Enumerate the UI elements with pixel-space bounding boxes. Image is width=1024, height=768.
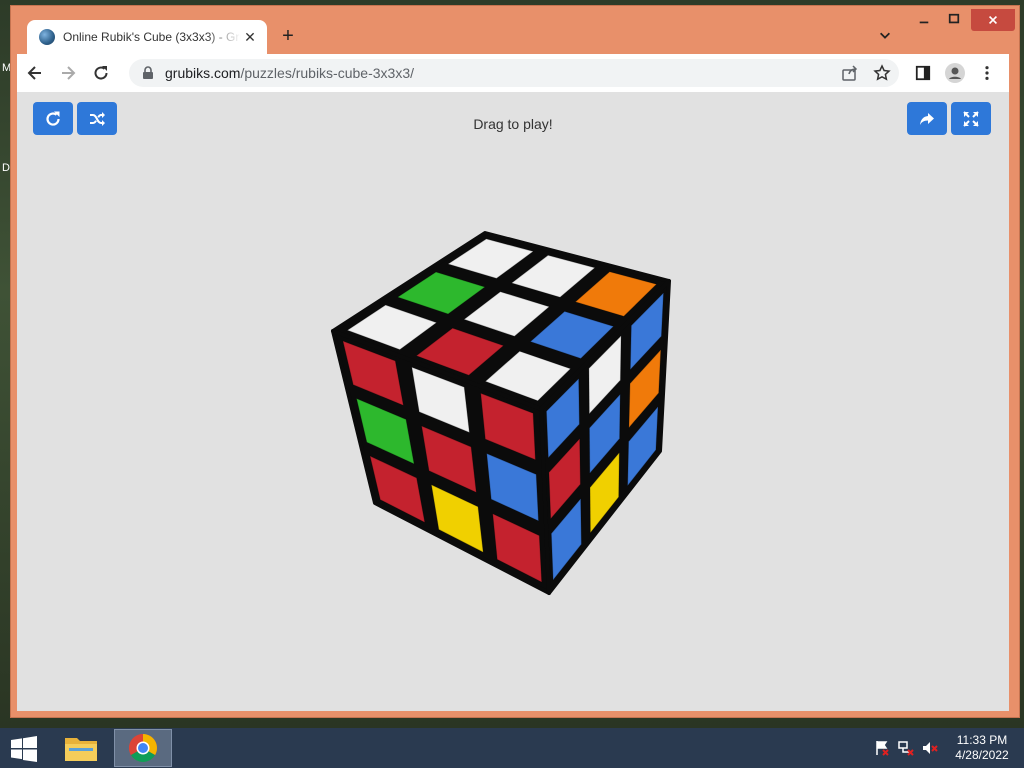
minimize-button[interactable] — [909, 12, 939, 30]
network-icon[interactable] — [898, 740, 914, 756]
page-content: Drag to play! — [17, 92, 1009, 711]
tab-title: Online Rubik's Cube (3x3x3) - Grubiks — [63, 30, 241, 44]
browser-window: Online Rubik's Cube (3x3x3) - Grubiks ✕ … — [10, 5, 1020, 718]
back-arrow-icon — [27, 66, 41, 80]
globe-favicon-icon — [39, 29, 55, 45]
share-page-icon[interactable] — [841, 64, 859, 82]
new-tab-button[interactable]: + — [277, 26, 299, 48]
file-explorer-taskbar-button[interactable] — [52, 729, 110, 767]
rubiks-cube-canvas[interactable] — [17, 92, 1009, 711]
profile-button[interactable] — [945, 63, 965, 83]
clock-date: 4/28/2022 — [955, 748, 1009, 762]
tab-search-chevron-icon[interactable] — [877, 28, 893, 44]
forward-arrow-icon — [62, 66, 76, 80]
side-panel-icon — [915, 65, 931, 81]
tab-close-icon[interactable]: ✕ — [241, 28, 259, 46]
bookmark-star-icon[interactable] — [873, 64, 891, 82]
folder-icon — [65, 738, 97, 761]
taskbar: 11:33 PM 4/28/2022 — [0, 728, 1024, 768]
action-center-flag-icon[interactable] — [874, 740, 890, 756]
volume-muted-icon[interactable] — [922, 740, 938, 756]
more-vertical-icon — [985, 66, 989, 80]
taskbar-clock[interactable]: 11:33 PM 4/28/2022 — [950, 733, 1014, 763]
reload-button[interactable] — [86, 58, 116, 88]
desktop-icon-label[interactable]: D — [2, 162, 10, 174]
side-panel-button[interactable] — [913, 63, 933, 83]
url-host: grubiks.com — [165, 65, 241, 81]
back-button[interactable] — [20, 58, 50, 88]
start-button[interactable] — [10, 736, 38, 762]
chrome-taskbar-button[interactable] — [114, 729, 172, 767]
avatar-icon — [945, 63, 965, 83]
url-path: /puzzles/rubiks-cube-3x3x3/ — [240, 65, 414, 81]
title-bar: Online Rubik's Cube (3x3x3) - Grubiks ✕ … — [11, 6, 1019, 54]
lock-icon — [143, 66, 153, 79]
clock-time: 11:33 PM — [956, 733, 1008, 747]
chrome-icon — [129, 734, 157, 762]
close-window-button[interactable] — [971, 9, 1015, 31]
browser-tab[interactable]: Online Rubik's Cube (3x3x3) - Grubiks ✕ — [27, 20, 267, 54]
maximize-button[interactable] — [939, 12, 969, 30]
browser-menu-button[interactable] — [977, 63, 997, 83]
address-bar[interactable]: grubiks.com/puzzles/rubiks-cube-3x3x3/ — [129, 59, 899, 87]
browser-toolbar: grubiks.com/puzzles/rubiks-cube-3x3x3/ — [17, 54, 1009, 92]
reload-icon — [94, 66, 108, 80]
rubiks-cube[interactable] — [331, 231, 671, 595]
forward-button[interactable] — [53, 58, 83, 88]
